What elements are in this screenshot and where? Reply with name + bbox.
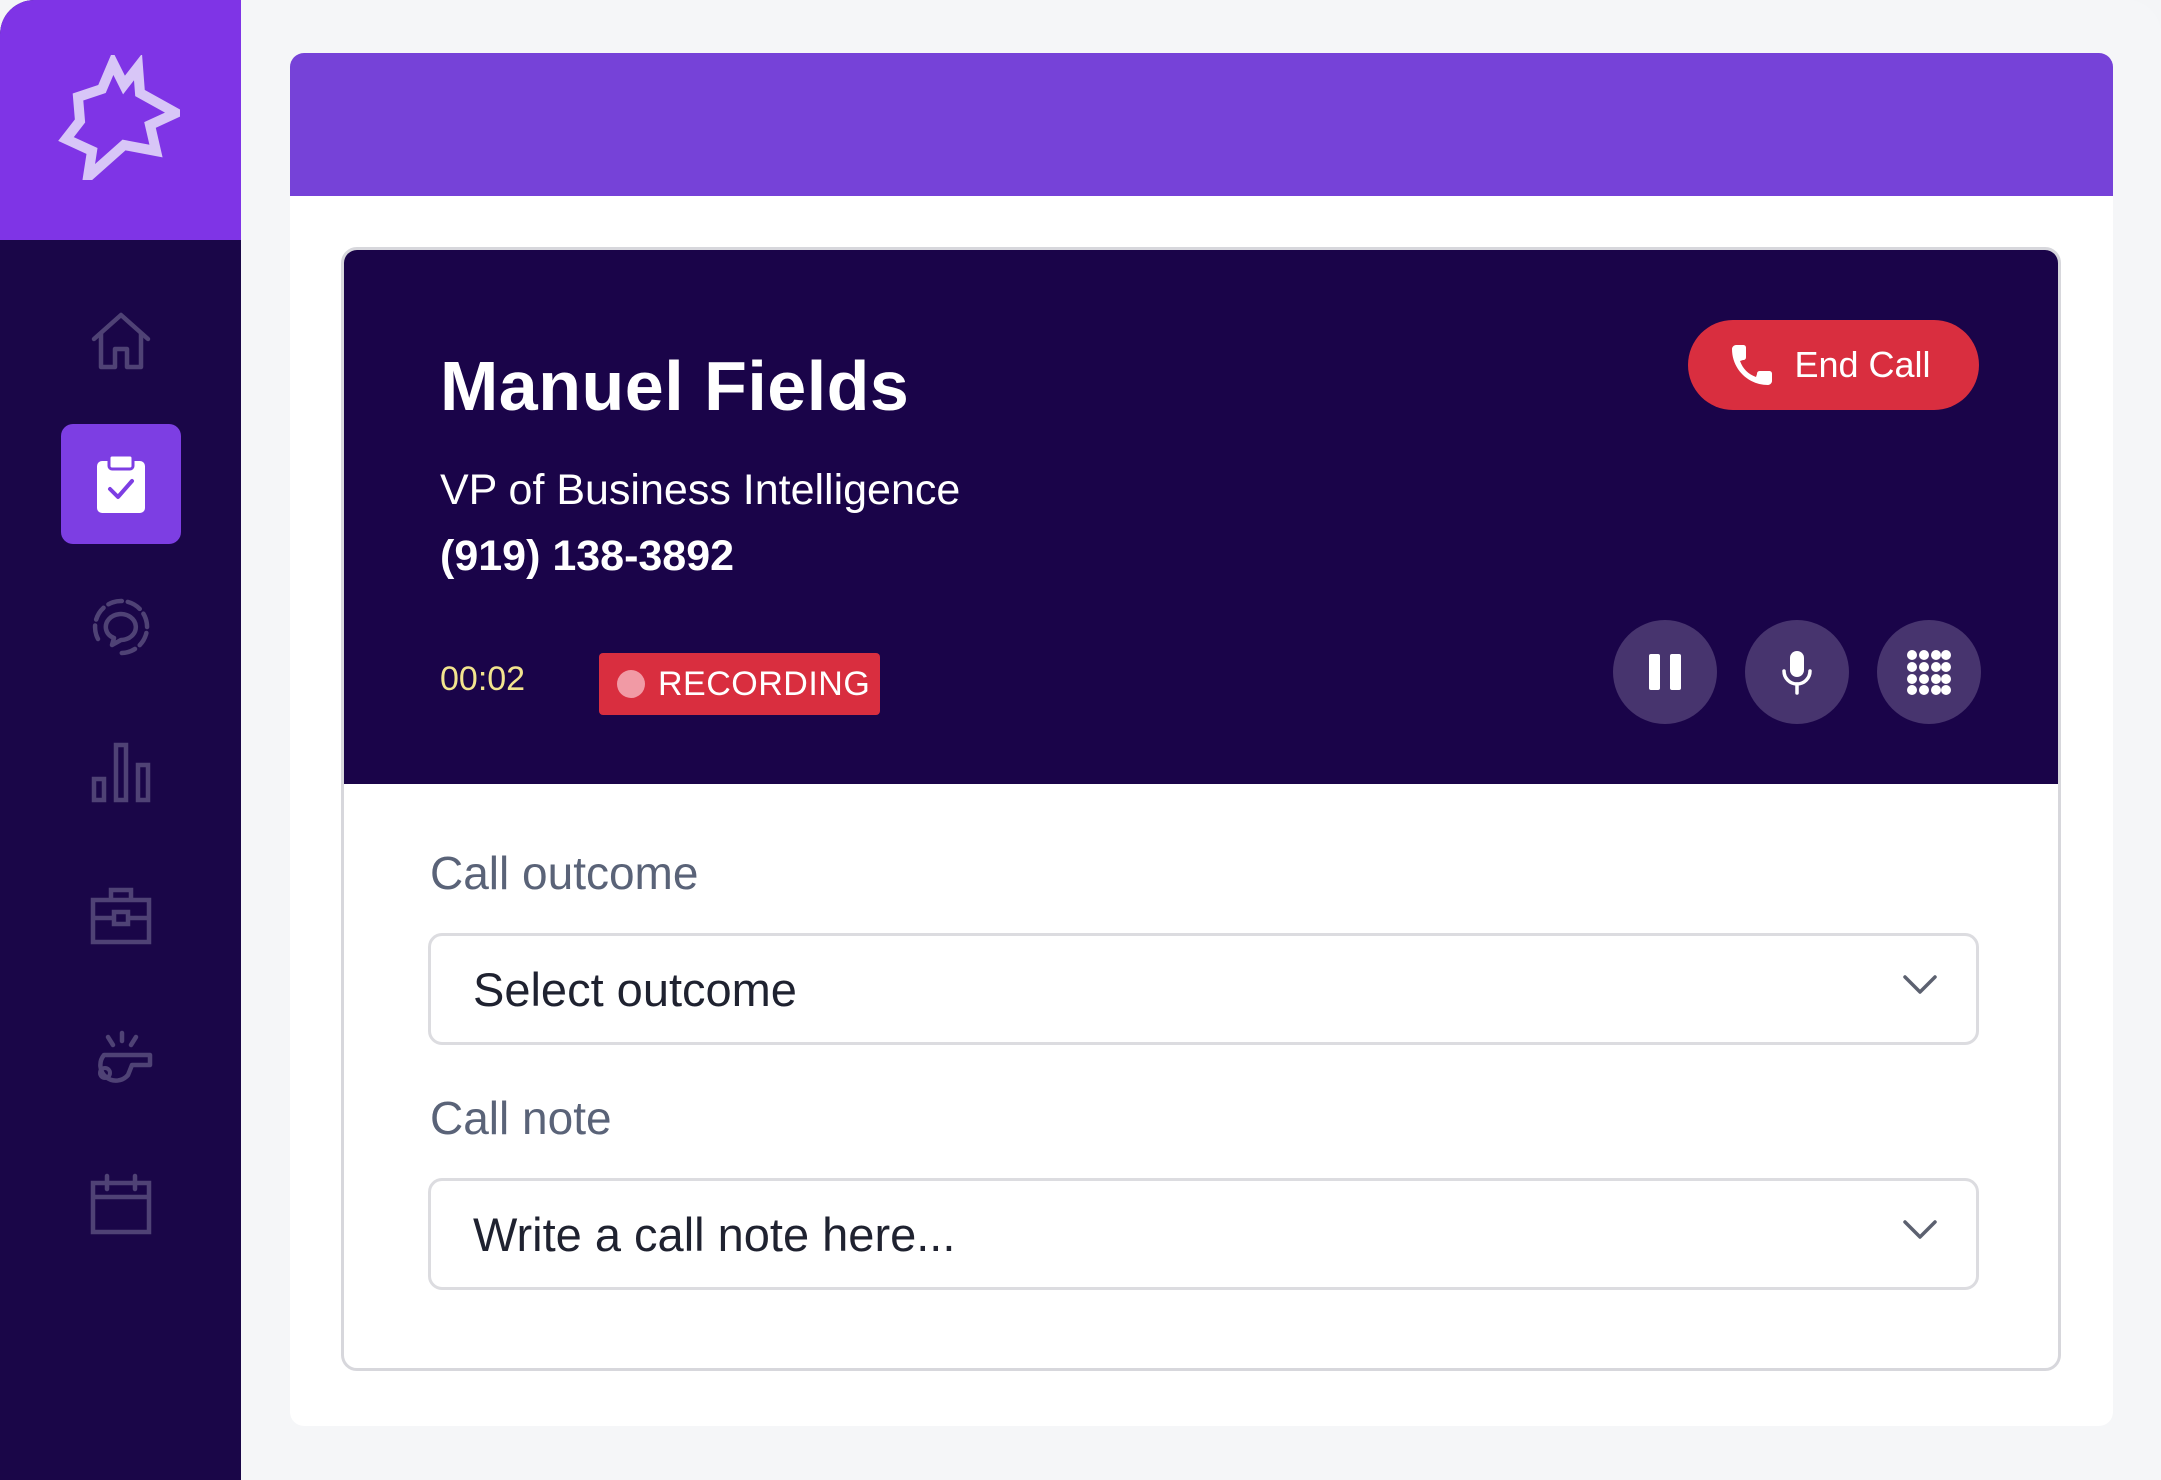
contact-phone: (919) 138-3892 [440, 532, 735, 580]
sidebar-item-home[interactable] [61, 280, 181, 400]
logo[interactable] [0, 0, 241, 240]
pause-button[interactable] [1613, 620, 1717, 724]
end-call-label: End Call [1794, 344, 1931, 385]
keypad-button[interactable] [1877, 620, 1981, 724]
briefcase-icon [90, 887, 152, 945]
recording-dot-icon [617, 670, 645, 698]
sidebar-item-reports[interactable] [61, 712, 181, 832]
sidebar-item-tasks[interactable] [61, 424, 181, 544]
keypad-icon [1907, 650, 1951, 695]
contact-name: Manuel Fields [440, 347, 910, 425]
end-call-button[interactable]: End Call [1688, 320, 1979, 410]
home-icon [91, 312, 151, 370]
sidebar-item-calendar[interactable] [61, 1144, 181, 1264]
clipboard-check-icon [97, 453, 145, 513]
call-timer: 00:02 [440, 660, 526, 698]
starburst-logo-icon [58, 55, 180, 180]
chevron-down-icon [1903, 975, 1937, 994]
bar-chart-icon [91, 742, 151, 803]
recording-badge: RECORDING [599, 653, 880, 715]
call-note-field[interactable]: Write a call note here... [428, 1178, 1979, 1290]
phone-icon [1732, 345, 1773, 385]
microphone-icon [1782, 651, 1812, 695]
sidebar-item-coaching[interactable] [61, 1000, 181, 1120]
call-note-label: Call note [430, 1092, 612, 1144]
call-note-placeholder: Write a call note here... [473, 1208, 956, 1261]
sidebar-item-conversations[interactable] [61, 568, 181, 688]
chat-bubbles-icon [92, 598, 150, 656]
app-window: Manuel Fields VP of Business Intelligenc… [0, 0, 2161, 1480]
top-bar [290, 53, 2113, 196]
sidebar-item-deals[interactable] [61, 856, 181, 976]
recording-label: RECORDING [658, 664, 871, 703]
main-content: Manuel Fields VP of Business Intelligenc… [290, 53, 2113, 1426]
mute-button[interactable] [1745, 620, 1849, 724]
contact-title: VP of Business Intelligence [440, 466, 961, 514]
chevron-down-icon [1903, 1220, 1937, 1239]
whistle-icon [98, 1030, 153, 1083]
sidebar [0, 0, 241, 1480]
call-outcome-label: Call outcome [430, 847, 699, 899]
active-call-panel: Manuel Fields VP of Business Intelligenc… [341, 247, 2061, 1371]
call-header: Manuel Fields VP of Business Intelligenc… [344, 250, 2058, 784]
pause-icon [1649, 654, 1681, 690]
calendar-icon [90, 1173, 152, 1235]
call-outcome-select[interactable]: Select outcome [428, 933, 1979, 1045]
call-outcome-value: Select outcome [473, 963, 797, 1016]
